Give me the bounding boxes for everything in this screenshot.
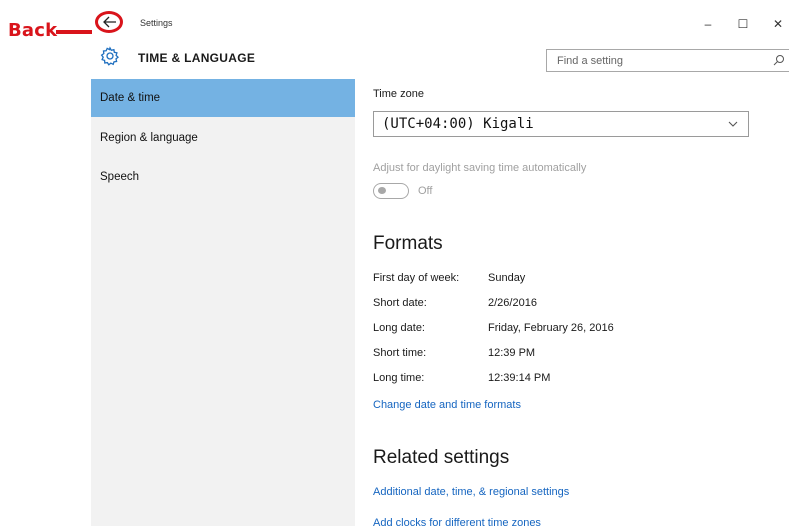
search-box: [546, 49, 789, 72]
time-zone-dropdown[interactable]: (UTC+04:00) Kigali: [373, 111, 749, 137]
sidebar-item-speech[interactable]: Speech: [91, 158, 355, 196]
toggle-knob: [378, 187, 386, 194]
change-formats-link[interactable]: Change date and time formats: [373, 399, 521, 411]
back-annotation-circle: [95, 11, 123, 33]
sidebar: Date & time Region & language Speech: [91, 79, 355, 526]
long-date-label: Long date:: [373, 322, 425, 334]
chevron-down-icon: [728, 121, 738, 127]
minimize-button[interactable]: –: [694, 13, 722, 35]
daylight-saving-toggle[interactable]: [373, 183, 409, 199]
maximize-button[interactable]: ☐: [729, 13, 757, 35]
gear-icon: [100, 46, 119, 66]
search-input[interactable]: [547, 50, 757, 71]
close-button[interactable]: ✕: [764, 13, 789, 35]
first-day-value: Sunday: [488, 272, 526, 284]
related-settings-heading: Related settings: [373, 447, 510, 468]
short-time-label: Short time:: [373, 347, 427, 359]
sidebar-item-label: Region & language: [100, 132, 198, 144]
daylight-saving-label: Adjust for daylight saving time automati…: [373, 162, 587, 174]
time-zone-label: Time zone: [373, 88, 424, 100]
back-annotation-label: Back: [8, 20, 58, 41]
daylight-saving-state: Off: [418, 185, 433, 197]
sidebar-item-label: Date & time: [100, 92, 161, 104]
page-title: TIME & LANGUAGE: [138, 51, 256, 65]
sidebar-item-date-time[interactable]: Date & time: [91, 79, 355, 117]
short-time-value: 12:39 PM: [488, 347, 536, 359]
time-zone-value: (UTC+04:00) Kigali: [382, 116, 534, 132]
additional-settings-link[interactable]: Additional date, time, & regional settin…: [373, 486, 569, 498]
search-icon[interactable]: [773, 54, 785, 66]
sidebar-item-region-language[interactable]: Region & language: [91, 119, 355, 157]
short-date-value: 2/26/2016: [488, 297, 537, 309]
add-clocks-link[interactable]: Add clocks for different time zones: [373, 517, 541, 529]
sidebar-item-label: Speech: [100, 171, 140, 183]
first-day-label: First day of week:: [373, 272, 460, 284]
long-date-value: Friday, February 26, 2016: [488, 322, 614, 334]
formats-heading: Formats: [373, 233, 443, 254]
back-annotation-pointer: [56, 30, 92, 34]
long-time-value: 12:39:14 PM: [488, 372, 551, 384]
short-date-label: Short date:: [373, 297, 427, 309]
window-title: Settings: [140, 18, 173, 28]
long-time-label: Long time:: [373, 372, 425, 384]
